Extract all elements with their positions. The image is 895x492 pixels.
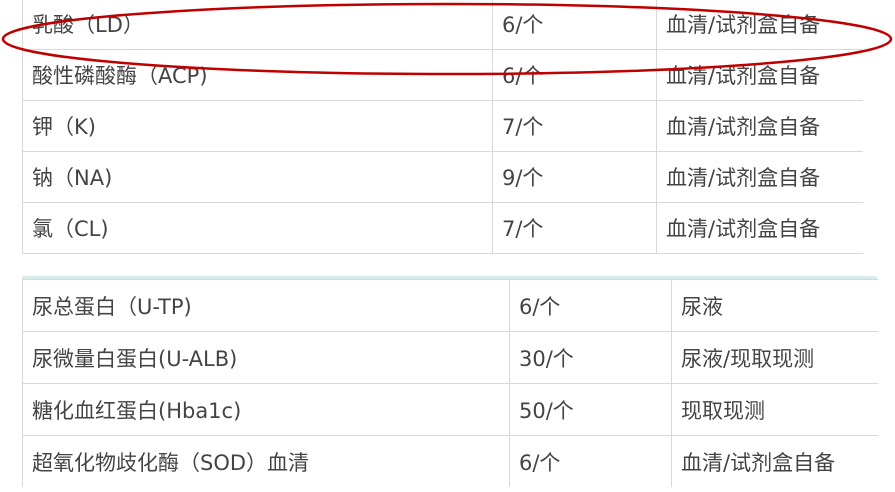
highlight-ellipse <box>1 2 893 76</box>
highlight-annotation <box>1 2 893 76</box>
